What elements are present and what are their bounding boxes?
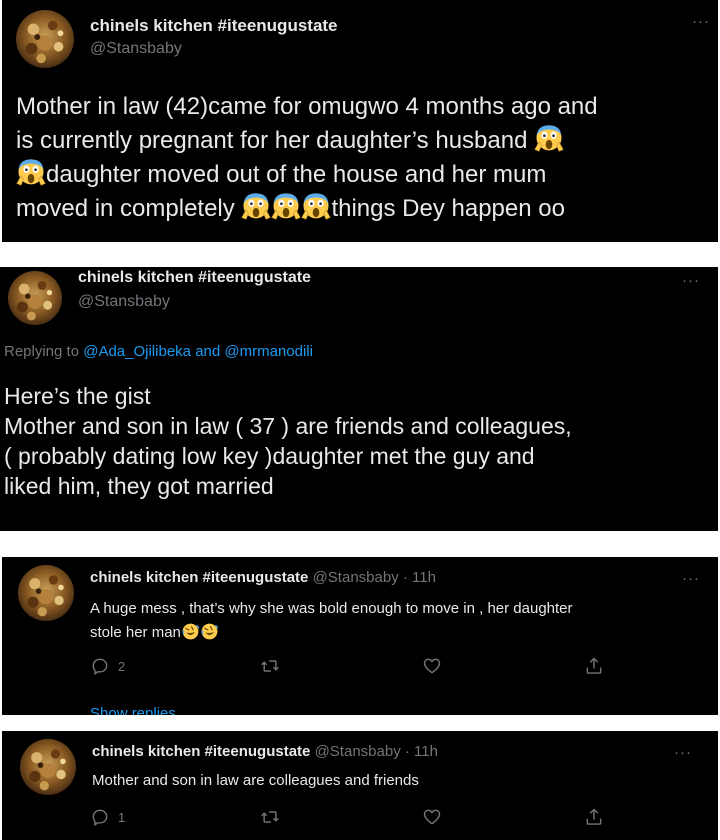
tweet-card-3[interactable]: chinels kitchen #iteenugustate @Stansbab… <box>2 557 718 715</box>
author-handle[interactable]: @Stansbaby <box>90 40 182 58</box>
like-button[interactable] <box>422 807 442 827</box>
rolling-on-floor-laughing-icon <box>181 622 200 641</box>
reply-count: 1 <box>118 809 126 825</box>
author-name[interactable]: chinels kitchen #iteenugustate <box>92 743 310 760</box>
avatar[interactable] <box>8 271 62 325</box>
like-button[interactable] <box>422 656 442 676</box>
retweet-icon <box>260 656 280 676</box>
tweet-text-segment: moved in completely <box>16 195 235 222</box>
tweet-text-line: Here’s the gist <box>4 383 151 409</box>
show-replies-link[interactable]: Show replies <box>90 705 176 715</box>
face-screaming-in-fear-icon <box>16 156 46 186</box>
author-handle[interactable]: @Stansbaby <box>313 569 399 586</box>
retweet-button[interactable] <box>260 807 280 827</box>
more-options-icon[interactable]: ··· <box>674 745 692 760</box>
tweet-card-2[interactable]: chinels kitchen #iteenugustate @Stansbab… <box>0 267 718 531</box>
share-icon <box>584 656 604 676</box>
tweet-card-1[interactable]: chinels kitchen #iteenugustate @Stansbab… <box>2 0 718 242</box>
avatar[interactable] <box>20 739 76 795</box>
more-options-icon[interactable]: ··· <box>682 273 700 288</box>
tweet-text-segment: is currently pregnant for her daughter’s… <box>16 127 528 154</box>
tweet-text: Mother in law (42)came for omugwo 4 mont… <box>16 92 598 224</box>
tweet-text-line: is currently pregnant for her daughter’s… <box>16 122 598 156</box>
rolling-on-floor-laughing-icon <box>200 622 219 641</box>
tweet-text-segment: daughter moved out of the house and her … <box>46 161 547 188</box>
face-screaming-in-fear-icon <box>534 122 564 152</box>
tweet-text: A huge mess , that’s why she was bold en… <box>90 597 573 645</box>
tweet-actions: 2 <box>90 656 608 680</box>
tweet-text: Here’s the gist Mother and son in law ( … <box>4 381 572 501</box>
tweet-text-line: Mother and son in law ( 37 ) are friends… <box>4 413 572 439</box>
author-handle[interactable]: @Stansbaby <box>78 293 170 311</box>
tweet-text-line: stole her man <box>90 621 573 645</box>
tweet-text-segment: stole her man <box>90 624 181 641</box>
mention-link[interactable]: @mrmanodili <box>224 343 313 360</box>
replying-to-label: Replying to <box>4 343 80 360</box>
tweet-text-line: ( probably dating low key )daughter met … <box>4 443 535 469</box>
reply-icon <box>90 656 110 676</box>
author-name[interactable]: chinels kitchen #iteenugustate <box>78 269 311 287</box>
timestamp[interactable]: · 11h <box>403 569 436 586</box>
heart-icon <box>422 807 442 827</box>
tweet-actions: 1 <box>90 807 608 831</box>
tweet-card-4[interactable]: chinels kitchen #iteenugustate @Stansbab… <box>2 731 718 840</box>
tweet-text-line: liked him, they got married <box>4 473 274 499</box>
mention-conjunction[interactable]: and <box>195 343 220 360</box>
replying-to: Replying to @Ada_Ojilibeka and @mrmanodi… <box>4 343 313 360</box>
tweet-text-line: daughter moved out of the house and her … <box>16 156 598 190</box>
tweet-header: chinels kitchen #iteenugustate @Stansbab… <box>90 569 436 586</box>
more-options-icon[interactable]: ··· <box>692 14 710 29</box>
reply-button[interactable]: 2 <box>90 656 125 676</box>
share-button[interactable] <box>584 656 604 676</box>
author-name[interactable]: chinels kitchen #iteenugustate <box>90 16 338 36</box>
avatar[interactable] <box>16 10 74 68</box>
retweet-icon <box>260 807 280 827</box>
author-handle[interactable]: @Stansbaby <box>315 743 401 760</box>
face-screaming-in-fear-icon <box>241 190 271 220</box>
tweet-header: chinels kitchen #iteenugustate @Stansbab… <box>92 743 438 760</box>
author-name[interactable]: chinels kitchen #iteenugustate <box>90 569 308 586</box>
share-icon <box>584 807 604 827</box>
tweet-text-line: A huge mess , that’s why she was bold en… <box>90 600 573 617</box>
avatar[interactable] <box>18 565 74 621</box>
tweet-text: Mother and son in law are colleagues and… <box>92 769 419 793</box>
reply-count: 2 <box>118 658 126 674</box>
tweet-text-segment: things Dey happen oo <box>331 195 565 222</box>
share-button[interactable] <box>584 807 604 827</box>
face-screaming-in-fear-icon <box>271 190 301 220</box>
face-screaming-in-fear-icon <box>301 190 331 220</box>
tweet-text-line: Mother and son in law are colleagues and… <box>92 772 419 789</box>
retweet-button[interactable] <box>260 656 280 676</box>
heart-icon <box>422 656 442 676</box>
reply-button[interactable]: 1 <box>90 807 125 827</box>
tweet-text-line: moved in completely things Dey happen oo <box>16 190 598 224</box>
timestamp[interactable]: · 11h <box>405 743 438 760</box>
mention-link[interactable]: @Ada_Ojilibeka <box>83 343 191 360</box>
reply-icon <box>90 807 110 827</box>
more-options-icon[interactable]: ··· <box>682 571 700 586</box>
tweet-text-line: Mother in law (42)came for omugwo 4 mont… <box>16 93 598 120</box>
